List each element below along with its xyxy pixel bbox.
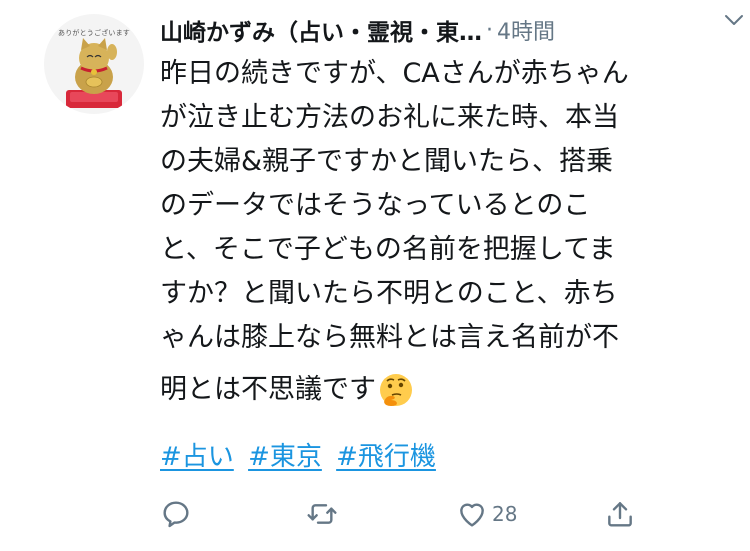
- tweet-text-last-line: 明とは不思議です: [160, 368, 730, 412]
- chevron-down-icon[interactable]: [722, 8, 746, 32]
- like-count: 28: [492, 502, 518, 526]
- tweet-actions: 28: [160, 496, 650, 536]
- tweet: ありがとうございます 山崎かずみ（占い・霊視・東… · 4時間 昨日の続きですが…: [0, 0, 750, 551]
- tweet-timestamp[interactable]: 4時間: [497, 14, 555, 46]
- tweet-text: 昨日の続きですが、CAさんが赤ちゃん が泣き止む方法のお礼に来た時、本当 の夫婦…: [160, 52, 730, 412]
- maneki-neko-icon: [66, 38, 122, 108]
- hashtag-link[interactable]: #飛行機: [336, 442, 436, 472]
- header-separator: ·: [486, 17, 493, 43]
- tweet-text-line: のデータではそうなっているとのこ: [160, 190, 591, 221]
- avatar[interactable]: ありがとうございます: [44, 14, 144, 114]
- reply-button[interactable]: [160, 496, 196, 532]
- tweet-text-line: が泣き止む方法のお礼に来た時、本当: [160, 102, 619, 133]
- hashtag-link[interactable]: #占い: [160, 442, 234, 472]
- share-button[interactable]: [604, 496, 640, 532]
- retweet-icon: [307, 504, 337, 524]
- tweet-text-line: の夫婦&親子ですかと聞いたら、搭乗: [160, 146, 614, 177]
- like-button[interactable]: 28: [456, 496, 517, 532]
- tweet-text-line: 明とは不思議です: [160, 374, 376, 405]
- tweet-text-line: 昨日の続きですが、CAさんが赤ちゃん: [160, 58, 629, 89]
- share-icon: [608, 502, 632, 527]
- thinking-face-icon: [380, 374, 412, 406]
- tweet-header: 山崎かずみ（占い・霊視・東… · 4時間: [160, 10, 730, 50]
- hashtag-link[interactable]: #東京: [248, 442, 322, 472]
- tweet-text-line: と、そこで子どもの名前を把握してま: [160, 234, 616, 265]
- hashtag-list: #占い #東京 #飛行機: [160, 436, 442, 473]
- retweet-button[interactable]: [306, 496, 342, 532]
- reply-icon: [163, 501, 189, 528]
- tweet-text-line: すか？と聞いたら不明とのこと、赤ち: [160, 278, 618, 309]
- heart-icon: [460, 503, 484, 527]
- author-display-name[interactable]: 山崎かずみ（占い・霊視・東…: [160, 13, 482, 47]
- tweet-text-line: ゃんは膝上なら無料とは言え名前が不: [160, 322, 619, 353]
